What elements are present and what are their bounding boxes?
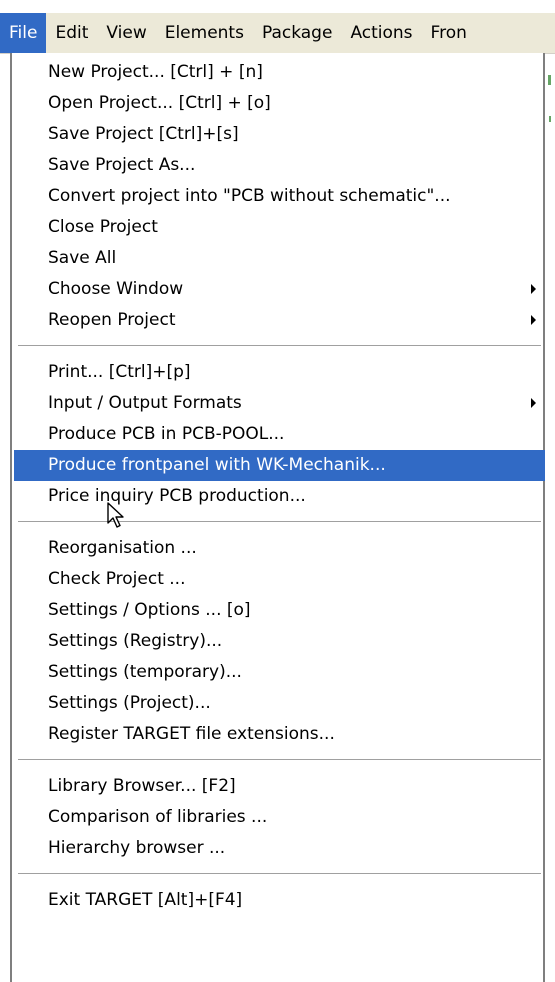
menu-item-settings-temporary[interactable]: Settings (temporary)... — [14, 657, 545, 688]
menu-item-choose-window[interactable]: Choose Window — [14, 274, 545, 305]
mouse-pointer-icon — [107, 502, 124, 528]
menu-item-open-project[interactable]: Open Project... [Ctrl] + [o] — [14, 88, 545, 119]
menu-item-close-project[interactable]: Close Project — [14, 212, 545, 243]
menu-item-save-project[interactable]: Save Project [Ctrl]+[s] — [14, 119, 545, 150]
menu-item-check-project[interactable]: Check Project ... — [14, 564, 545, 595]
menu-separator — [18, 521, 541, 523]
menu-package[interactable]: Package — [253, 13, 341, 53]
menu-item-new-project[interactable]: New Project... [Ctrl] + [n] — [14, 57, 545, 88]
menu-file[interactable]: File — [0, 13, 47, 53]
menu-separator — [18, 759, 541, 761]
menu-item-save-all[interactable]: Save All — [14, 243, 545, 274]
menu-frontpanel[interactable]: Fron — [422, 13, 476, 53]
screen: File Edit View Elements Package Actions … — [0, 0, 555, 982]
background-window-edge — [549, 116, 551, 122]
menu-item-label: Choose Window — [48, 279, 184, 299]
menu-item-input-output-formats[interactable]: Input / Output Formats — [14, 388, 545, 419]
menu-view[interactable]: View — [97, 13, 155, 53]
menu-item-convert-project[interactable]: Convert project into "PCB without schema… — [14, 181, 545, 212]
menu-item-exit-target[interactable]: Exit TARGET [Alt]+[F4] — [14, 885, 545, 916]
menu-item-label: Input / Output Formats — [48, 393, 242, 413]
menu-item-label: Reopen Project — [48, 310, 176, 330]
menu-item-reorganisation[interactable]: Reorganisation ... — [14, 533, 545, 564]
menu-actions[interactable]: Actions — [341, 13, 421, 53]
menu-item-comparison-libraries[interactable]: Comparison of libraries ... — [14, 802, 545, 833]
menu-item-settings-project[interactable]: Settings (Project)... — [14, 688, 545, 719]
menu-item-produce-pcb-pool[interactable]: Produce PCB in PCB-POOL... — [14, 419, 545, 450]
menu-separator — [18, 873, 541, 875]
menu-item-save-project-as[interactable]: Save Project As... — [14, 150, 545, 181]
background-window-edge — [548, 75, 551, 85]
menu-item-print[interactable]: Print... [Ctrl]+[p] — [14, 357, 545, 388]
menu-item-price-inquiry[interactable]: Price inquiry PCB production... — [14, 481, 545, 512]
menu-bar: File Edit View Elements Package Actions … — [0, 13, 555, 54]
window-top-strip — [0, 0, 555, 13]
file-menu-dropdown: New Project... [Ctrl] + [n] Open Project… — [10, 53, 545, 982]
menu-item-hierarchy-browser[interactable]: Hierarchy browser ... — [14, 833, 545, 864]
submenu-arrow-icon — [531, 315, 536, 325]
submenu-arrow-icon — [531, 398, 536, 408]
menu-separator — [18, 345, 541, 347]
menu-item-register-extensions[interactable]: Register TARGET file extensions... — [14, 719, 545, 750]
menu-item-settings-options[interactable]: Settings / Options ... [o] — [14, 595, 545, 626]
menu-edit[interactable]: Edit — [46, 13, 97, 53]
menu-item-library-browser[interactable]: Library Browser... [F2] — [14, 771, 545, 802]
menu-item-settings-registry[interactable]: Settings (Registry)... — [14, 626, 545, 657]
submenu-arrow-icon — [531, 284, 536, 294]
menu-item-produce-frontpanel[interactable]: Produce frontpanel with WK-Mechanik... — [14, 450, 545, 481]
menu-elements[interactable]: Elements — [156, 13, 253, 53]
menu-item-reopen-project[interactable]: Reopen Project — [14, 305, 545, 336]
